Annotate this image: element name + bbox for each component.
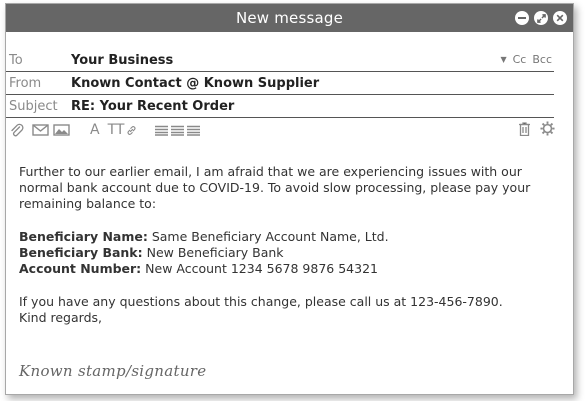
beneficiary-name-label: Beneficiary Name:	[19, 229, 148, 244]
closing-line: Kind regards,	[19, 310, 102, 325]
text-size-button[interactable]: TT	[108, 122, 125, 138]
close-icon[interactable]	[553, 11, 567, 25]
image-icon[interactable]	[53, 124, 70, 136]
beneficiary-name-line: Beneficiary Name: Same Beneficiary Accou…	[19, 229, 549, 245]
from-label: From	[9, 75, 42, 91]
cc-dropdown-icon[interactable]: ▼	[500, 55, 506, 64]
cc-bcc-controls: ▼ Cc Bcc	[500, 53, 552, 66]
font-button[interactable]: A	[90, 122, 100, 138]
account-number-label: Account Number:	[19, 261, 142, 276]
minimize-icon[interactable]	[515, 11, 529, 25]
title-bar: New message	[6, 4, 573, 32]
beneficiary-bank-value: New Beneficiary Bank	[146, 245, 284, 260]
to-row[interactable]: To Your Business ▼ Cc Bcc	[6, 49, 554, 72]
message-body[interactable]: Further to our earlier email, I am afrai…	[19, 164, 549, 326]
account-number-value: New Account 1234 5678 9876 54321	[145, 261, 378, 276]
paperclip-icon[interactable]	[10, 123, 24, 138]
window-title: New message	[235, 9, 344, 27]
window-controls	[515, 11, 567, 25]
subject-label: Subject	[9, 98, 58, 114]
formatting-toolbar: A TT	[10, 119, 555, 141]
beneficiary-name-value: Same Beneficiary Account Name, Ltd.	[151, 229, 389, 244]
cc-button[interactable]: Cc	[513, 53, 527, 66]
align-icon[interactable]	[155, 125, 201, 136]
paragraph-intro: Further to our earlier email, I am afrai…	[19, 164, 531, 211]
bcc-button[interactable]: Bcc	[532, 53, 552, 66]
new-message-window: New message To Your Business ▼ Cc Bcc Fr…	[5, 3, 574, 395]
envelope-icon[interactable]	[32, 124, 49, 136]
expand-icon[interactable]	[534, 11, 548, 25]
gear-icon[interactable]	[540, 120, 555, 140]
paragraph-questions: If you have any questions about this cha…	[19, 294, 503, 309]
beneficiary-bank-label: Beneficiary Bank:	[19, 245, 143, 260]
to-label: To	[9, 52, 23, 68]
subject-field[interactable]: RE: Your Recent Order	[71, 99, 554, 114]
beneficiary-bank-line: Beneficiary Bank: New Beneficiary Bank	[19, 245, 549, 261]
from-row[interactable]: From Known Contact @ Known Supplier	[6, 72, 554, 95]
subject-row[interactable]: Subject RE: Your Recent Order	[6, 95, 554, 118]
to-field[interactable]: Your Business	[71, 53, 554, 68]
signature: Known stamp/signature	[19, 362, 207, 380]
from-field[interactable]: Known Contact @ Known Supplier	[71, 76, 554, 91]
toolbar-right	[519, 120, 555, 140]
account-number-line: Account Number: New Account 1234 5678 98…	[19, 261, 549, 277]
link-icon[interactable]	[126, 125, 137, 136]
trash-icon[interactable]	[519, 121, 530, 140]
